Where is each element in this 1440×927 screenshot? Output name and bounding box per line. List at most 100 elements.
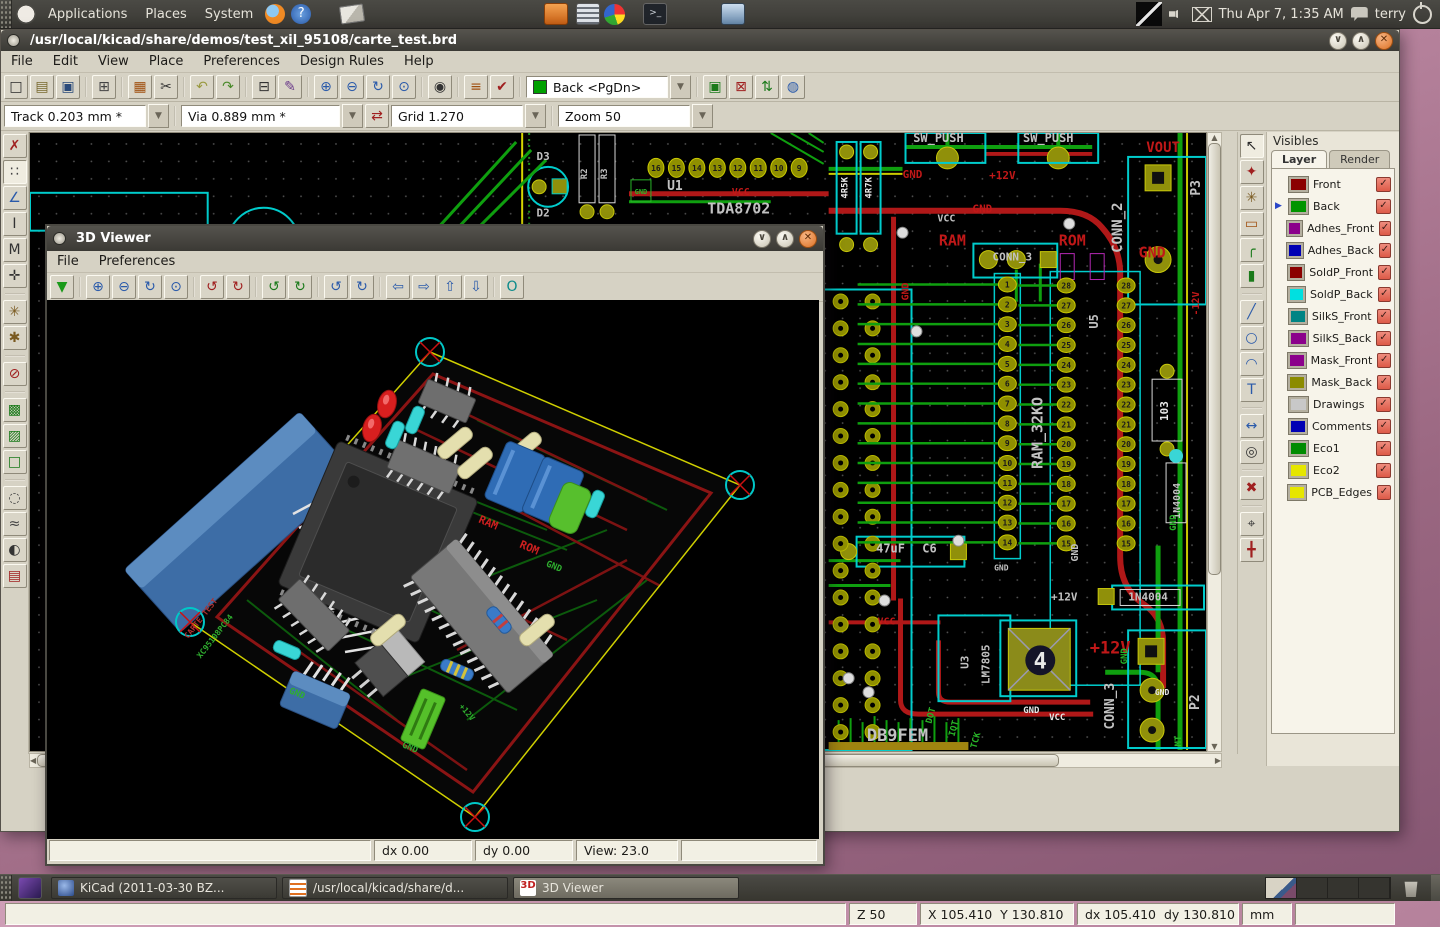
color-wheel-icon[interactable] xyxy=(604,4,625,25)
app-icon[interactable] xyxy=(721,3,745,25)
add-circle-button[interactable]: ○ xyxy=(1240,326,1264,350)
drc-button[interactable]: ✔ xyxy=(490,75,514,99)
panel-drawer-handle[interactable] xyxy=(0,0,12,28)
layer-visibility-checkbox[interactable]: ✓ xyxy=(1377,419,1391,434)
delete-item-button[interactable]: ✖ xyxy=(1240,476,1264,500)
layer-color-swatch[interactable] xyxy=(1289,419,1307,434)
layer-color-swatch[interactable] xyxy=(1289,463,1308,478)
layer-color-swatch[interactable] xyxy=(1289,331,1308,346)
menu-file[interactable]: File xyxy=(1,51,43,72)
layer-row-adhes_front[interactable]: Adhes_Front✓ xyxy=(1272,217,1394,239)
layer-visibility-checkbox[interactable]: ✓ xyxy=(1378,265,1391,280)
add-module-button[interactable]: ▭ xyxy=(1240,212,1264,236)
units-inches-button[interactable]: I xyxy=(3,212,27,236)
layer-visibility-checkbox[interactable]: ✓ xyxy=(1379,221,1391,236)
add-text-button[interactable]: T xyxy=(1240,378,1264,402)
menu-design-rules[interactable]: Design Rules xyxy=(290,51,394,72)
workspace-2[interactable] xyxy=(1297,878,1328,898)
fast-track-button[interactable]: ⇅ xyxy=(755,75,779,99)
vscroll-thumb[interactable] xyxy=(1208,143,1221,575)
layer-visibility-checkbox[interactable]: ✓ xyxy=(1376,463,1391,478)
layer-dropdown-button[interactable]: ▼ xyxy=(670,75,691,99)
menu-preferences[interactable]: Preferences xyxy=(89,251,185,272)
layer-color-swatch[interactable] xyxy=(1289,177,1308,192)
find-button[interactable]: ◉ xyxy=(428,75,452,99)
ubuntu-logo-icon[interactable] xyxy=(16,4,36,24)
open-board-button[interactable]: ▤ xyxy=(30,75,54,99)
layer-color-swatch[interactable] xyxy=(1289,397,1308,412)
pads-sketch-button[interactable]: ◌ xyxy=(3,486,27,510)
task-button-3d-viewer[interactable]: 3D3D Viewer xyxy=(513,877,739,899)
layer-row-mask_front[interactable]: Mask_Front✓ xyxy=(1272,349,1394,371)
show-zones-button[interactable]: ▩ xyxy=(3,398,27,422)
layer-visibility-checkbox[interactable]: ✓ xyxy=(1376,331,1391,346)
minimize-button[interactable]: ∨ xyxy=(1329,32,1347,50)
zoom-fit-button[interactable]: ⊙ xyxy=(392,75,416,99)
move-down-button[interactable]: ⇩ xyxy=(464,275,488,299)
clock[interactable]: Thu Apr 7, 1:35 AM xyxy=(1219,7,1344,22)
viewer3d-close-button[interactable]: ✕ xyxy=(799,230,817,248)
volume-icon[interactable] xyxy=(1169,7,1185,21)
track-autoroute-button[interactable]: ⊠ xyxy=(729,75,753,99)
units-mm-button[interactable]: M xyxy=(3,238,27,262)
layer-color-swatch[interactable] xyxy=(1288,375,1306,390)
menu-view[interactable]: View xyxy=(88,51,139,72)
layer-selector[interactable]: Back <PgDn> xyxy=(526,76,668,98)
save-board-button[interactable]: ▣ xyxy=(56,75,80,99)
zoom-out3d-button[interactable]: ⊖ xyxy=(112,275,136,299)
menu-applications[interactable]: Applications xyxy=(39,0,136,28)
canvas-vscrollbar[interactable]: ▲▼ xyxy=(1207,132,1222,752)
layer-color-swatch[interactable] xyxy=(1288,287,1305,302)
add-line-button[interactable]: ╱ xyxy=(1240,300,1264,324)
eraser-icon[interactable] xyxy=(339,3,365,24)
add-target-button[interactable]: ◎ xyxy=(1240,440,1264,464)
menu-places[interactable]: Places xyxy=(136,0,195,28)
layer-row-comments[interactable]: Comments✓ xyxy=(1272,415,1394,437)
layer-visibility-checkbox[interactable]: ✓ xyxy=(1376,397,1391,412)
layer-row-drawings[interactable]: Drawings✓ xyxy=(1272,393,1394,415)
tab-layer[interactable]: Layer xyxy=(1271,150,1327,168)
auto-delete-track-button[interactable]: ⊘ xyxy=(3,362,27,386)
polar-coords-button[interactable]: ∠ xyxy=(3,186,27,210)
grid-combo[interactable]: Grid 1.270 xyxy=(391,105,523,127)
layer-row-silks_front[interactable]: SilkS_Front✓ xyxy=(1272,305,1394,327)
module-editor-button[interactable]: ▦ xyxy=(128,75,152,99)
layers-manager-button[interactable]: ▤ xyxy=(3,564,27,588)
select-button[interactable]: ↖ xyxy=(1240,134,1264,158)
add-zone-button[interactable]: ▮ xyxy=(1240,264,1264,288)
move-left-button[interactable]: ⇦ xyxy=(386,275,410,299)
zoom-combo[interactable]: Zoom 50 xyxy=(558,105,690,127)
taskbar-drawer-handle[interactable] xyxy=(0,875,12,901)
reload-board-button[interactable]: ▼ xyxy=(50,275,74,299)
zones-hide-button[interactable]: □ xyxy=(3,450,27,474)
layer-visibility-checkbox[interactable]: ✓ xyxy=(1377,485,1391,500)
rotate-x-pos-button[interactable]: ↻ xyxy=(226,275,250,299)
layer-row-mask_back[interactable]: Mask_Back✓ xyxy=(1272,371,1394,393)
layer-row-eco1[interactable]: Eco1✓ xyxy=(1272,437,1394,459)
print-button[interactable]: ⊟ xyxy=(252,75,276,99)
show-desktop-icon[interactable] xyxy=(18,877,42,899)
viewer3d-titlebar[interactable]: 3D Viewer ∨ ∧ ✕ xyxy=(47,226,823,251)
module-ratsnest-button[interactable]: ✱ xyxy=(3,326,27,350)
freeroute-button[interactable]: ◍ xyxy=(781,75,805,99)
grid-origin-button[interactable]: ╋ xyxy=(1240,538,1264,562)
track-width-combo[interactable]: Track 0.203 mm * xyxy=(4,105,146,127)
layer-row-silks_back[interactable]: SilkS_Back✓ xyxy=(1272,327,1394,349)
new-board-button[interactable]: □ xyxy=(4,75,28,99)
task-button-kicad[interactable]: KiCad (2011-03-30 BZ... xyxy=(51,877,277,899)
layer-color-swatch[interactable] xyxy=(1287,243,1303,258)
cursor-shape-button[interactable]: ✛ xyxy=(3,264,27,288)
layer-row-back[interactable]: ▶Back✓ xyxy=(1272,195,1394,217)
viewer3d-canvas[interactable]: RAMROMGNDGNDGND+12VCARTE TESTXC95108PC84 xyxy=(47,300,819,839)
task-button-doc[interactable]: /usr/local/kicad/share/d... xyxy=(282,877,508,899)
layer-visibility-checkbox[interactable]: ✓ xyxy=(1377,353,1391,368)
ortho-button[interactable]: O xyxy=(500,275,524,299)
rotate-y-neg-button[interactable]: ↺ xyxy=(262,275,286,299)
layer-color-swatch[interactable] xyxy=(1288,485,1306,500)
high-contrast-button[interactable]: ◐ xyxy=(3,538,27,562)
viewer3d-minimize-button[interactable]: ∨ xyxy=(753,230,771,248)
main-titlebar[interactable]: /usr/local/kicad/share/demos/test_xil_95… xyxy=(1,30,1399,51)
rotate-x-neg-button[interactable]: ↺ xyxy=(200,275,224,299)
menu-preferences[interactable]: Preferences xyxy=(193,51,289,72)
layer-row-front[interactable]: Front✓ xyxy=(1272,173,1394,195)
